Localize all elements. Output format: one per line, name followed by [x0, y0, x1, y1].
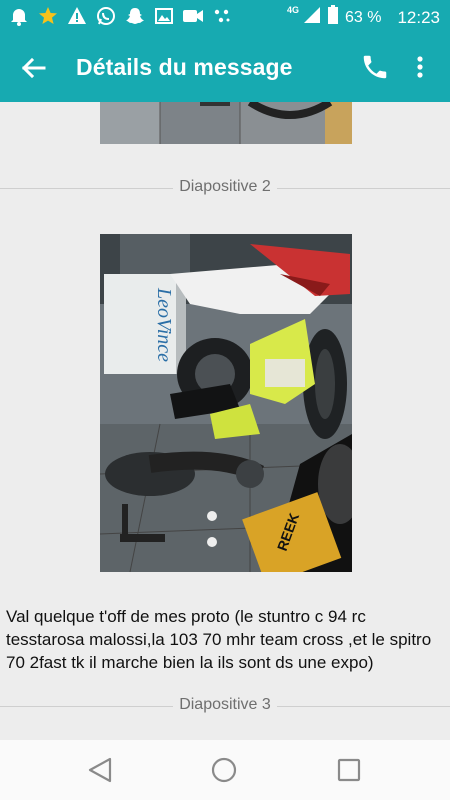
- nav-recents-button[interactable]: [333, 754, 365, 786]
- video-camera-icon: [182, 5, 204, 27]
- slide-label: Diapositive 2: [173, 178, 277, 195]
- nav-home-button[interactable]: [208, 754, 240, 786]
- app-bar: Détails du message: [0, 32, 450, 102]
- dots-app-icon: [211, 5, 233, 27]
- status-indicators: 4G 63 % 12:23: [287, 5, 440, 30]
- phone-icon: [363, 55, 387, 79]
- slide-divider-3: Diapositive 3: [0, 696, 450, 716]
- notification-icons: [8, 5, 233, 27]
- system-nav-bar: [0, 740, 450, 800]
- network-type: 4G: [286, 5, 299, 15]
- whatsapp-icon: [95, 5, 117, 27]
- battery-percent: 63 %: [344, 8, 382, 26]
- message-text: Val quelque t'off de mes proto (le stunt…: [6, 607, 432, 672]
- call-button[interactable]: [360, 52, 390, 82]
- image-icon: [153, 5, 175, 27]
- nav-back-button[interactable]: [84, 754, 116, 786]
- nav-recents-icon: [337, 758, 361, 782]
- status-bar: 4G 63 % 12:23: [0, 0, 450, 32]
- nav-back-icon: [88, 757, 112, 783]
- more-options-button[interactable]: [410, 52, 430, 82]
- notification-bell-icon: [8, 5, 30, 27]
- signal-icon: [303, 6, 321, 29]
- star-icon: [37, 5, 59, 27]
- back-button[interactable]: [18, 52, 50, 84]
- more-vert-icon: [417, 56, 423, 78]
- slide2-photo[interactable]: LeoVince REEK: [100, 234, 352, 572]
- battery-icon: [327, 5, 339, 30]
- slide-divider-2: Diapositive 2: [0, 178, 450, 198]
- arrow-back-icon: [21, 57, 46, 79]
- snapchat-icon: [124, 5, 146, 27]
- slide1-image[interactable]: [100, 102, 352, 144]
- photo-sign-text: LeoVince: [153, 287, 175, 362]
- page-title: Détails du message: [76, 54, 293, 80]
- slide-label: Diapositive 3: [173, 696, 277, 713]
- clock: 12:23: [397, 7, 440, 27]
- warning-icon: [66, 5, 88, 27]
- message-details-content[interactable]: Diapositive 2 LeoVince REEK Val quelque …: [0, 102, 450, 740]
- nav-home-icon: [211, 757, 237, 783]
